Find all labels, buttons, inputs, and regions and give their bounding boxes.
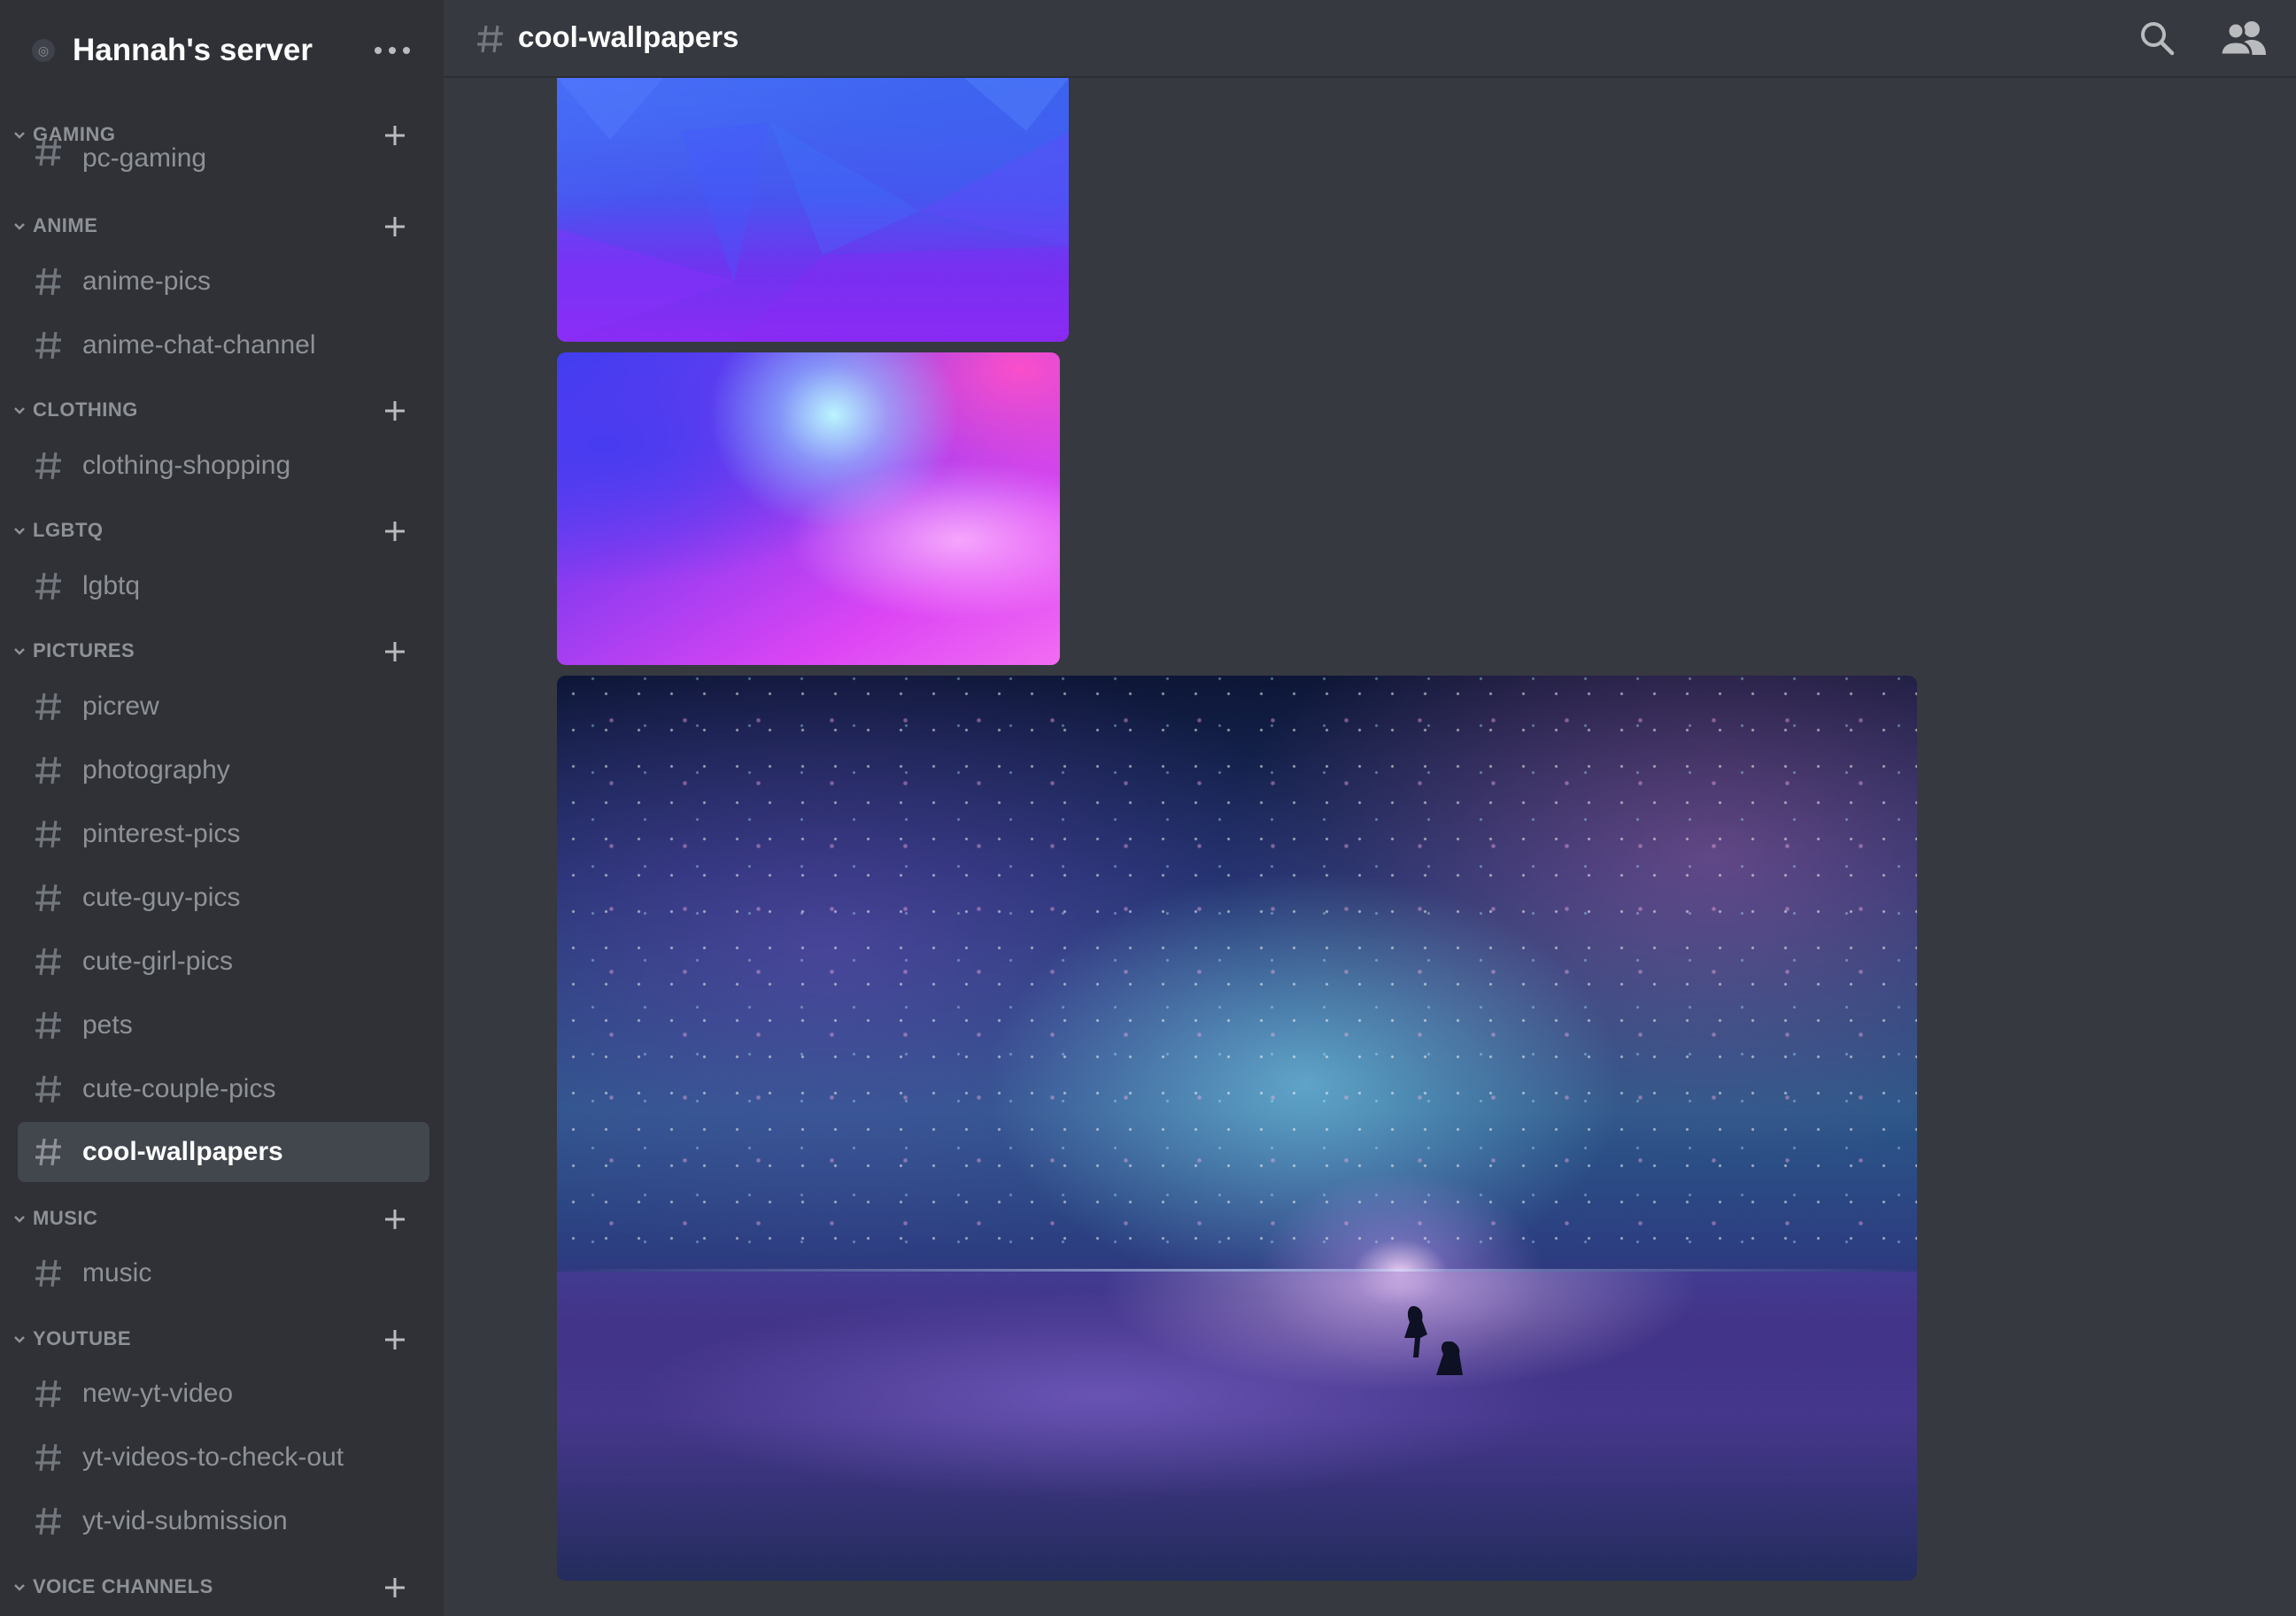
hash-icon [35,884,61,912]
hash-icon [35,572,61,600]
channel-title: cool-wallpapers [518,20,739,53]
channel-item-yt-videos-to-check-out[interactable]: yt-videos-to-check-out [18,1427,429,1488]
channel-item-cool-wallpapers[interactable]: cool-wallpapers [18,1122,429,1182]
plus-icon[interactable] [382,518,408,545]
channel-label: pc-gaming [82,143,207,173]
channel-label: photography [82,755,230,785]
category-anime[interactable]: ANIME [0,208,444,244]
discord-app: ◎ Hannah's server GAMING pc-gaming ANIME… [0,0,2296,1616]
hash-icon [35,1259,61,1287]
hash-icon [35,1138,61,1166]
channel-item-pinterest-pics[interactable]: pinterest-pics [18,804,429,864]
channel-label: cool-wallpapers [82,1137,283,1166]
hash-icon [35,1075,61,1103]
server-header[interactable]: ◎ Hannah's server [0,0,444,101]
wallpaper-image-gradient[interactable] [557,352,1060,665]
channel-label: anime-chat-channel [82,330,316,360]
category-youtube[interactable]: YOUTUBE [0,1321,444,1357]
channel-label: anime-pics [82,267,212,296]
hash-icon [35,1507,61,1535]
category-label: VOICE CHANNELS [33,1575,213,1597]
search-icon[interactable] [2137,18,2177,58]
hash-icon [35,452,61,480]
hash-icon [35,756,61,785]
category-voice-channels[interactable]: VOICE CHANNELS [0,1569,444,1604]
channel-label: yt-vid-submission [82,1506,288,1535]
server-name: Hannah's server [73,33,313,67]
hash-icon [35,692,61,721]
category-label: MUSIC [33,1207,98,1229]
channel-label: music [82,1258,152,1287]
chevron-down-icon [14,528,25,535]
category-label: YOUTUBE [33,1327,132,1349]
channel-label: cute-guy-pics [82,883,241,912]
category-lgbtq[interactable]: LGBTQ [0,513,444,548]
hash-icon [35,820,61,848]
channel-item-yt-vid-submission[interactable]: yt-vid-submission [18,1491,429,1551]
chevron-down-icon [14,1216,25,1223]
channel-item-music[interactable]: music [18,1243,429,1303]
category-music[interactable]: MUSIC [0,1201,444,1236]
channel-label: new-yt-video [82,1379,234,1408]
plus-icon[interactable] [382,213,408,240]
hash-icon [477,25,503,53]
channel-item-picrew[interactable]: picrew [18,677,429,737]
plus-icon[interactable] [382,398,408,424]
category-pictures[interactable]: PICTURES [0,633,444,669]
channel-item-new-yt-video[interactable]: new-yt-video [18,1364,429,1424]
channel-item-cute-guy-pics[interactable]: cute-guy-pics [18,868,429,928]
wallpaper-image-galaxy[interactable] [557,676,1917,1581]
channel-item-pets[interactable]: pets [18,995,429,1055]
plus-icon[interactable] [382,1206,408,1233]
chevron-down-icon [14,648,25,655]
server-icon: ◎ [32,39,55,62]
channel-label: cute-girl-pics [82,947,234,976]
channel-label: yt-videos-to-check-out [82,1442,344,1472]
channel-item-clothing-shopping[interactable]: clothing-shopping [18,436,429,496]
more-options-icon[interactable] [375,37,410,64]
channel-label: cute-couple-pics [82,1074,276,1103]
category-label: LGBTQ [33,519,104,541]
category-label: PICTURES [33,639,135,661]
channel-item-photography[interactable]: photography [18,740,429,800]
channel-label: clothing-shopping [82,451,291,480]
channel-label: pets [82,1010,133,1040]
wallpaper-image-polygon-blue[interactable] [557,78,1069,342]
hash-icon [35,947,61,976]
chevron-down-icon [14,1584,25,1591]
channel-item-pc-gaming[interactable]: pc-gaming [18,131,429,191]
chevron-down-icon [14,1336,25,1343]
channel-item-anime-chat-channel[interactable]: anime-chat-channel [18,315,429,375]
hash-icon [35,331,61,360]
channel-label: lgbtq [82,571,141,600]
hash-icon [35,1443,61,1472]
chevron-down-icon [14,223,25,230]
channel-label: pinterest-pics [82,819,241,848]
hash-icon [35,1380,61,1408]
plus-icon[interactable] [382,1574,408,1601]
hash-icon [35,138,61,166]
channel-header: cool-wallpapers [444,0,2296,78]
channel-sidebar: ◎ Hannah's server GAMING pc-gaming ANIME… [0,0,444,1616]
plus-icon[interactable] [382,638,408,665]
hash-icon [35,267,61,296]
chevron-down-icon [14,407,25,414]
category-label: CLOTHING [33,398,138,421]
channel-label: picrew [82,692,159,721]
channel-item-lgbtq[interactable]: lgbtq [18,556,429,616]
plus-icon[interactable] [382,1326,408,1353]
category-clothing[interactable]: CLOTHING [0,392,444,428]
channel-item-cute-girl-pics[interactable]: cute-girl-pics [18,932,429,992]
hash-icon [35,1011,61,1040]
category-label: ANIME [33,214,98,236]
channel-item-cute-couple-pics[interactable]: cute-couple-pics [18,1059,429,1119]
channel-item-anime-pics[interactable]: anime-pics [18,251,429,312]
members-icon[interactable] [2218,18,2269,58]
